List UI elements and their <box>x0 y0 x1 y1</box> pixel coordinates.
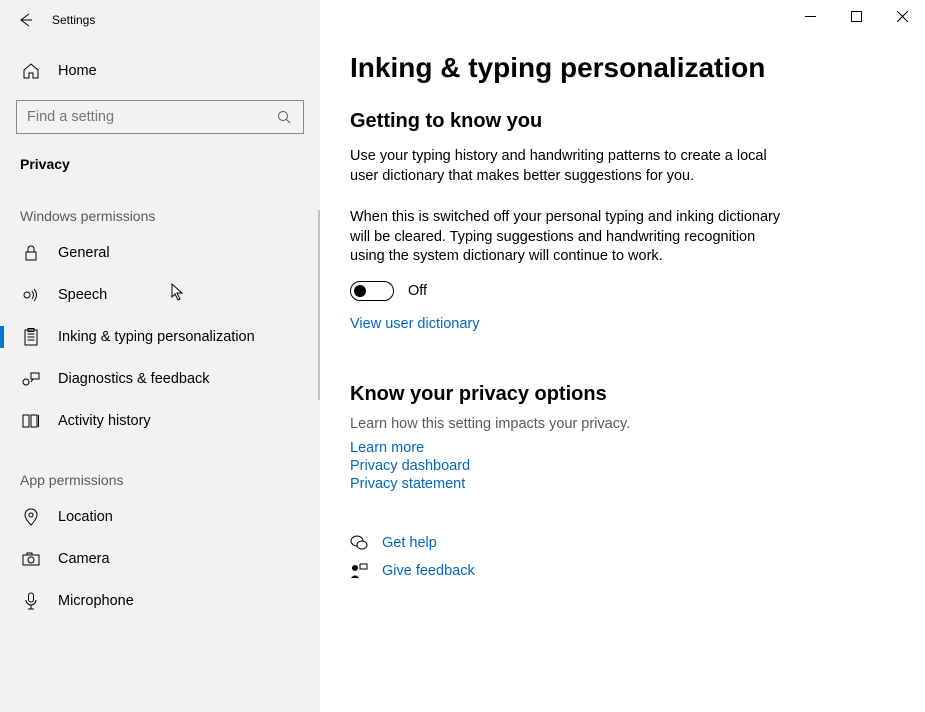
section-app-permissions: App permissions <box>0 442 320 496</box>
give-feedback-label: Give feedback <box>382 563 475 579</box>
app-title: Settings <box>52 13 95 27</box>
privacy-links: Learn more Privacy dashboard Privacy sta… <box>350 440 895 492</box>
sidebar-item-general[interactable]: General <box>0 232 320 274</box>
sidebar-item-inking[interactable]: Inking & typing personalization <box>0 316 320 358</box>
help-icon <box>350 534 368 552</box>
give-feedback-link[interactable]: Give feedback <box>350 562 895 580</box>
help-section: Get help Give feedback <box>350 534 895 580</box>
sidebar-item-speech[interactable]: Speech <box>0 274 320 316</box>
home-icon <box>22 62 40 80</box>
window-controls <box>787 0 925 32</box>
activity-icon <box>22 412 40 430</box>
toggle-row: Off <box>350 281 895 301</box>
page-title: Inking & typing personalization <box>350 52 895 84</box>
maximize-button[interactable] <box>833 0 879 32</box>
sidebar-item-camera[interactable]: Camera <box>0 538 320 580</box>
get-help-link[interactable]: Get help <box>350 534 895 552</box>
personalization-toggle[interactable] <box>350 281 394 301</box>
get-help-label: Get help <box>382 535 437 551</box>
search-input[interactable] <box>27 109 275 125</box>
search-wrap <box>16 100 304 134</box>
sidebar-item-label: Camera <box>58 551 110 567</box>
home-nav[interactable]: Home <box>0 52 320 90</box>
section-heading-privacy-options: Know your privacy options <box>350 383 895 406</box>
location-icon <box>22 508 40 526</box>
sidebar-item-label: General <box>58 245 110 261</box>
toggle-state-label: Off <box>408 283 427 299</box>
view-dictionary-link[interactable]: View user dictionary <box>350 316 480 332</box>
nav-list-app: Location Camera Microphone <box>0 496 320 622</box>
sidebar: Settings Home Privacy Windows permission… <box>0 0 320 712</box>
title-bar: Settings <box>0 0 320 40</box>
sidebar-item-diagnostics[interactable]: Diagnostics & feedback <box>0 358 320 400</box>
microphone-icon <box>22 592 40 610</box>
camera-icon <box>22 550 40 568</box>
arrow-left-icon <box>16 11 34 29</box>
sidebar-item-microphone[interactable]: Microphone <box>0 580 320 622</box>
section-windows-permissions: Windows permissions <box>0 178 320 232</box>
privacy-subtext: Learn how this setting impacts your priv… <box>350 416 895 432</box>
feedback-icon <box>22 370 40 388</box>
sidebar-item-activity[interactable]: Activity history <box>0 400 320 442</box>
sidebar-item-label: Location <box>58 509 113 525</box>
description-text: Use your typing history and handwriting … <box>350 147 790 186</box>
back-button[interactable] <box>10 5 40 35</box>
sidebar-item-label: Diagnostics & feedback <box>58 371 210 387</box>
sidebar-item-label: Inking & typing personalization <box>58 329 255 345</box>
feedback-person-icon <box>350 562 368 580</box>
sidebar-item-label: Microphone <box>58 593 134 609</box>
privacy-dashboard-link[interactable]: Privacy dashboard <box>350 458 895 474</box>
lock-icon <box>22 244 40 262</box>
sidebar-item-label: Speech <box>58 287 107 303</box>
clipboard-icon <box>22 328 40 346</box>
speech-icon <box>22 286 40 304</box>
search-box[interactable] <box>16 100 304 134</box>
learn-more-link[interactable]: Learn more <box>350 440 895 456</box>
privacy-statement-link[interactable]: Privacy statement <box>350 476 895 492</box>
home-label: Home <box>58 63 97 79</box>
sidebar-item-label: Activity history <box>58 413 151 429</box>
close-button[interactable] <box>879 0 925 32</box>
minimize-button[interactable] <box>787 0 833 32</box>
description-text: When this is switched off your personal … <box>350 208 790 267</box>
sidebar-item-location[interactable]: Location <box>0 496 320 538</box>
main-content: Inking & typing personalization Getting … <box>320 0 925 712</box>
toggle-knob <box>354 285 366 297</box>
nav-list-windows: General Speech Inking & typing personali… <box>0 232 320 442</box>
category-label: Privacy <box>0 134 320 178</box>
search-icon <box>275 108 293 126</box>
section-heading-getting-to-know: Getting to know you <box>350 110 895 133</box>
